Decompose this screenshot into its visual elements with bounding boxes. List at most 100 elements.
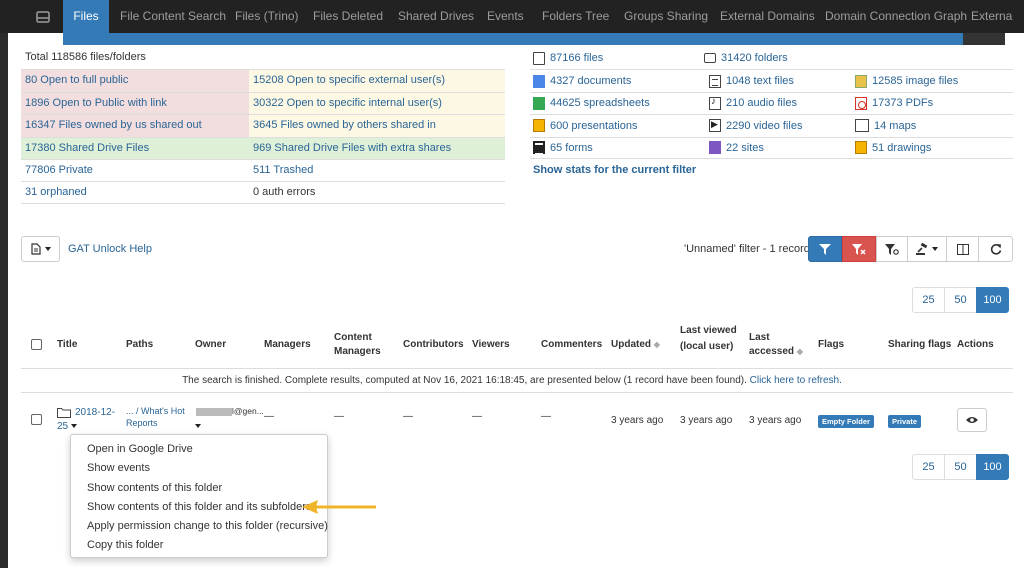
stat-image-files[interactable]: 12585 image files <box>852 70 1013 91</box>
row-last-accessed: 3 years ago <box>749 415 802 426</box>
col-last-accessed[interactable]: Last accessed ◆ <box>749 331 803 359</box>
col-commenters[interactable]: Commenters <box>541 338 602 352</box>
select-all-checkbox[interactable] <box>31 339 42 350</box>
menu-apply-permission-change[interactable]: Apply permission change to this folder (… <box>71 517 328 536</box>
bulk-action-dropdown[interactable] <box>907 236 947 262</box>
stat-audio-files[interactable]: 210 audio files <box>706 93 867 114</box>
col-managers[interactable]: Managers <box>264 338 311 352</box>
col-updated-label: Updated <box>611 339 651 350</box>
columns-button[interactable] <box>946 236 979 262</box>
row-updated: 3 years ago <box>611 415 664 426</box>
refresh-link[interactable]: Click here to refresh. <box>750 375 842 386</box>
stat-folders-label: 31420 folders <box>721 52 788 65</box>
stat-sites[interactable]: 22 sites <box>706 138 867 158</box>
columns-icon <box>956 243 969 255</box>
stat-shared-drive-files[interactable]: 17380 Shared Drive Files <box>21 137 249 159</box>
page-size-100[interactable]: 100 <box>976 454 1009 480</box>
menu-show-events[interactable]: Show events <box>71 459 327 478</box>
stat-spreadsheets-label: 44625 spreadsheets <box>550 97 650 110</box>
col-contributors[interactable]: Contributors <box>403 338 464 352</box>
tab-files[interactable]: Files <box>63 0 109 33</box>
col-paths[interactable]: Paths <box>126 338 153 352</box>
stat-maps[interactable]: 14 maps <box>852 115 1013 136</box>
row-checkbox[interactable] <box>31 414 42 425</box>
page-size-50[interactable]: 50 <box>944 287 977 313</box>
image-icon <box>855 74 867 88</box>
stat-shared-in[interactable]: 3645 Files owned by others shared in <box>249 115 505 137</box>
stat-spreadsheets[interactable]: 44625 spreadsheets <box>530 93 691 114</box>
col-flags[interactable]: Flags <box>818 338 844 352</box>
left-scrollbar[interactable] <box>0 33 8 568</box>
row-owner[interactable]: l@gen... <box>232 406 264 416</box>
menu-open-in-drive[interactable]: Open in Google Drive <box>71 440 327 459</box>
col-owner[interactable]: Owner <box>195 338 226 352</box>
col-sharing-flags[interactable]: Sharing flags <box>888 338 951 352</box>
stat-shared-out[interactable]: 16347 Files owned by us shared out <box>21 115 249 137</box>
view-button[interactable] <box>957 408 987 432</box>
row-path[interactable]: ... / What's Hot Reports <box>126 405 185 429</box>
caret-down-icon[interactable] <box>195 424 201 428</box>
stat-text-files[interactable]: 1048 text files <box>706 70 867 91</box>
tab-events[interactable]: Events <box>487 0 524 33</box>
page-size-25[interactable]: 25 <box>912 454 945 480</box>
col-viewers[interactable]: Viewers <box>472 338 510 352</box>
refresh-button[interactable] <box>978 236 1013 262</box>
filter-info: 'Unnamed' filter - 1 record <box>684 243 810 255</box>
row-title-line1[interactable]: 2018-12- <box>75 407 115 418</box>
stat-private[interactable]: 77806 Private <box>21 160 249 181</box>
stat-forms[interactable]: 65 forms <box>530 138 691 158</box>
drive-icon[interactable] <box>23 0 63 33</box>
tab-external-domains[interactable]: External Domains <box>720 0 815 33</box>
stat-pdfs-label: 17373 PDFs <box>872 97 934 110</box>
stat-drawings-label: 51 drawings <box>872 141 932 154</box>
document-icon <box>30 243 41 255</box>
stat-shared-drive-extra[interactable]: 969 Shared Drive Files with extra shares <box>249 137 505 159</box>
page-size-50[interactable]: 50 <box>944 454 977 480</box>
sort-icon: ◆ <box>796 347 803 356</box>
stat-open-public[interactable]: 80 Open to full public <box>21 70 249 92</box>
refresh-icon <box>990 244 1001 255</box>
tab-file-content-search[interactable]: File Content Search <box>120 0 226 33</box>
clear-filter-button[interactable] <box>842 236 876 262</box>
menu-copy-folder[interactable]: Copy this folder <box>71 536 327 555</box>
save-filter-button[interactable] <box>876 236 908 262</box>
file-icon <box>533 51 545 65</box>
tab-shared-drives[interactable]: Shared Drives <box>398 0 474 33</box>
pointer-arrow-icon <box>302 500 376 514</box>
menu-show-contents-recursive[interactable]: Show contents of this folder and its sub… <box>71 498 327 517</box>
col-title[interactable]: Title <box>57 338 77 352</box>
stat-drawings[interactable]: 51 drawings <box>852 138 1013 158</box>
stat-files[interactable]: 87166 files <box>530 47 686 69</box>
col-updated[interactable]: Updated ◆ <box>611 338 660 352</box>
stat-trashed[interactable]: 511 Trashed <box>249 160 505 181</box>
stat-presentations[interactable]: 600 presentations <box>530 115 691 136</box>
tab-external[interactable]: Externa <box>971 0 1012 33</box>
col-last-viewed[interactable]: Last viewed (local user) <box>680 324 737 354</box>
stat-orphaned[interactable]: 31 orphaned <box>21 182 249 202</box>
stat-public-link[interactable]: 1896 Open to Public with link <box>21 92 249 115</box>
row-contributors: — <box>403 411 413 422</box>
tab-files-trino[interactable]: Files (Trino) <box>235 0 299 33</box>
tab-files-deleted[interactable]: Files Deleted <box>313 0 383 33</box>
page-size-100[interactable]: 100 <box>976 287 1009 313</box>
stat-forms-label: 65 forms <box>550 141 593 154</box>
stat-documents[interactable]: 4327 documents <box>530 70 691 91</box>
filter-button[interactable] <box>808 236 842 262</box>
stat-open-external[interactable]: 15208 Open to specific external user(s) <box>249 70 505 92</box>
tab-domain-connection-graph[interactable]: Domain Connection Graph <box>825 0 967 33</box>
tab-groups-sharing[interactable]: Groups Sharing <box>624 0 708 33</box>
stat-open-internal[interactable]: 30322 Open to specific internal user(s) <box>249 92 505 115</box>
stat-video-files[interactable]: 2290 video files <box>706 115 867 136</box>
show-stats-filter-link[interactable]: Show stats for the current filter <box>533 164 696 176</box>
row-title-line2[interactable]: 25 <box>57 421 77 432</box>
page-size-25[interactable]: 25 <box>912 287 945 313</box>
stat-pdfs[interactable]: 17373 PDFs <box>852 93 1013 114</box>
filter-save-icon <box>885 243 899 255</box>
tab-folders-tree[interactable]: Folders Tree <box>542 0 609 33</box>
gat-unlock-help-link[interactable]: GAT Unlock Help <box>68 243 152 255</box>
stat-folders[interactable]: 31420 folders <box>701 47 857 69</box>
export-dropdown-button[interactable] <box>21 236 60 262</box>
col-content-managers[interactable]: Content Managers <box>334 331 381 359</box>
stat-documents-label: 4327 documents <box>550 75 632 88</box>
menu-show-contents[interactable]: Show contents of this folder <box>71 479 327 498</box>
